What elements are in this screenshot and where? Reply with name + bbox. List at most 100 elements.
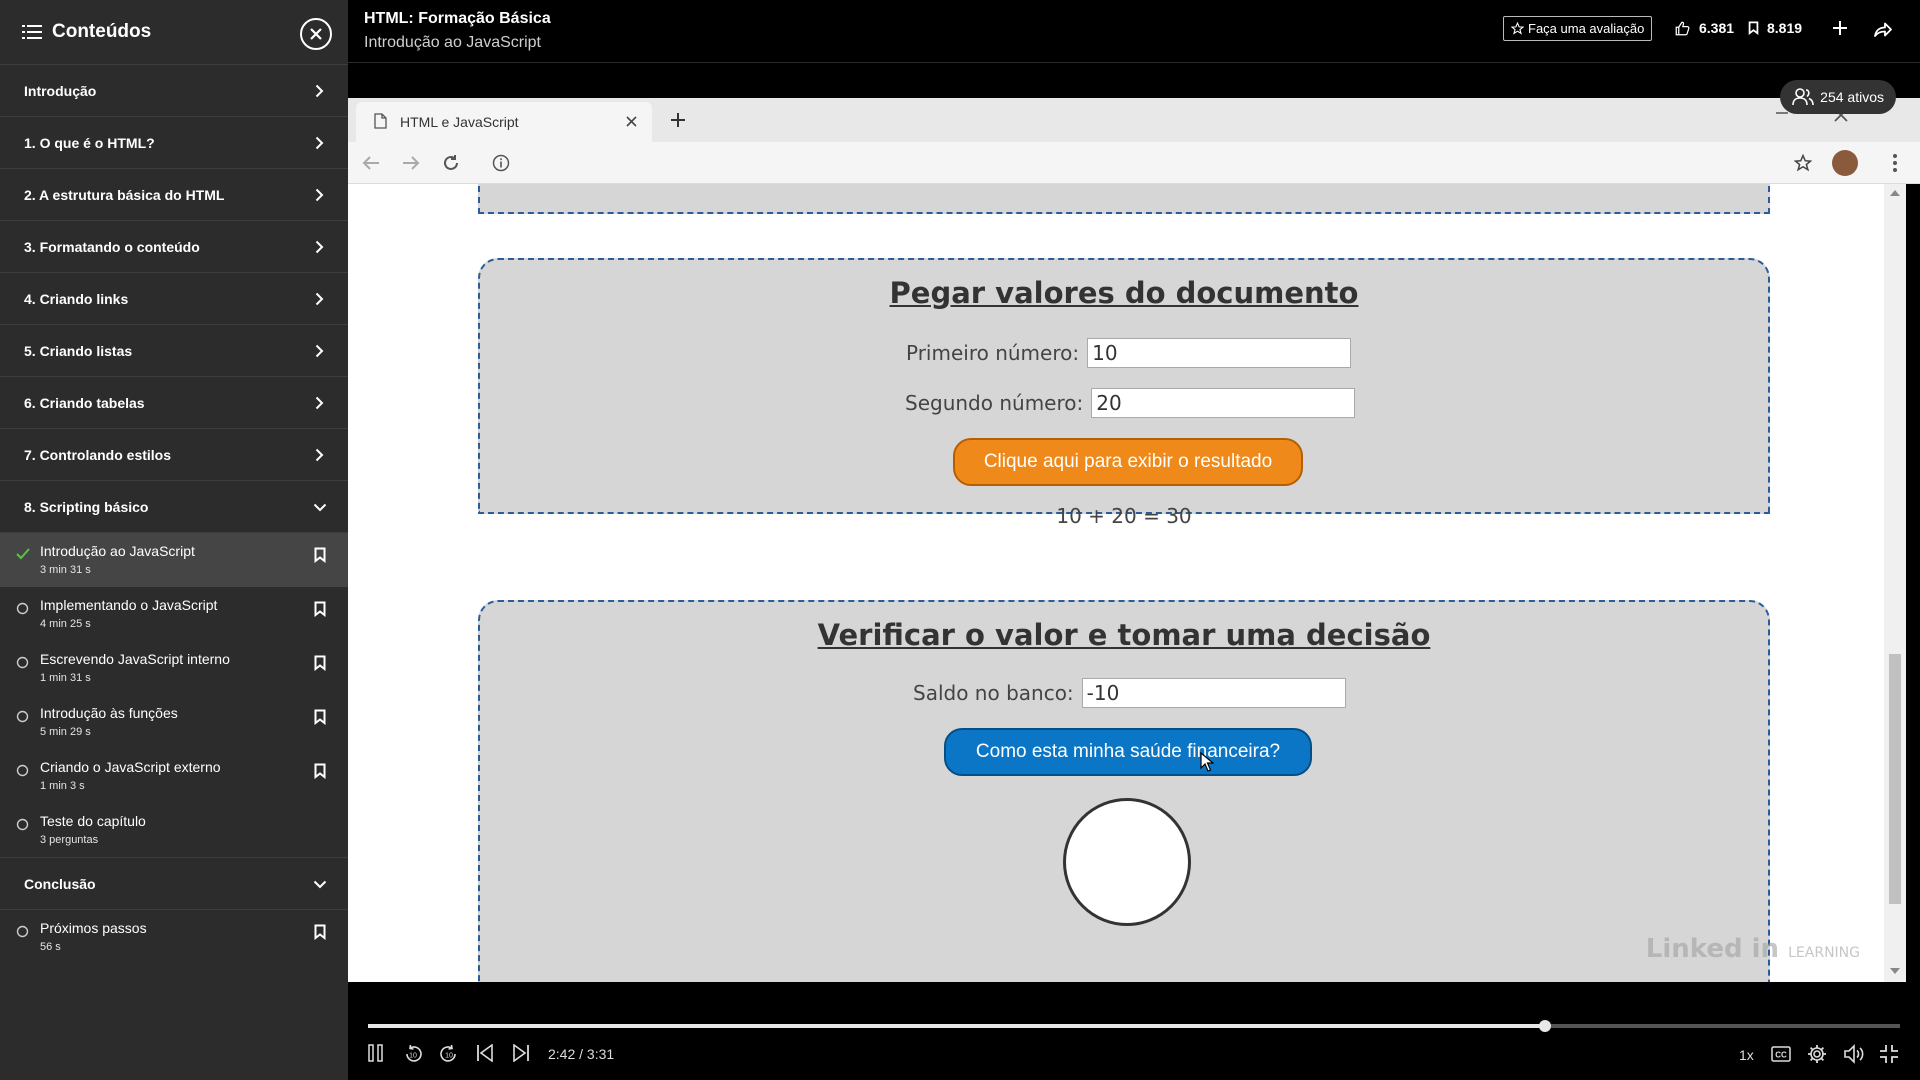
forward-10-icon[interactable]: 10 (439, 1044, 459, 1064)
chapter-6[interactable]: 6. Criando tabelas (0, 377, 348, 429)
sidebar-header: Conteúdos (0, 0, 348, 65)
forward-icon[interactable] (402, 155, 420, 171)
chapter-label: 7. Controlando estilos (24, 446, 172, 463)
lesson-duration: 56 s (40, 941, 61, 953)
status-circle-icon (16, 656, 29, 669)
chapter-7[interactable]: 7. Controlando estilos (0, 429, 348, 481)
like-button[interactable]: 6.381 (1675, 20, 1734, 36)
page-icon (374, 113, 387, 129)
exit-fullscreen-icon[interactable] (1879, 1044, 1899, 1064)
close-tab-icon[interactable] (626, 116, 637, 127)
active-viewers-badge: 254 ativos (1780, 80, 1896, 114)
bookmark-icon[interactable] (314, 547, 326, 563)
lesson-title: Introdução ao JavaScript (40, 543, 195, 559)
bookmark-icon[interactable] (314, 763, 326, 779)
financial-health-button[interactable]: Como esta minha saúde financeira? (944, 728, 1312, 776)
chapter-2[interactable]: 2. A estrutura básica do HTML (0, 169, 348, 221)
chevron-right-icon (315, 292, 324, 306)
bookmark-icon[interactable] (314, 601, 326, 617)
chapter-4[interactable]: 4. Criando links (0, 273, 348, 325)
lesson-item[interactable]: Teste do capítulo 3 perguntas (0, 803, 348, 857)
balance-input[interactable] (1081, 678, 1346, 708)
avatar[interactable] (1832, 150, 1858, 176)
course-header: HTML: Formação Básica Introdução ao Java… (348, 0, 1920, 63)
previous-icon[interactable] (476, 1044, 494, 1062)
result-text: 10 + 20 = 30 (1056, 504, 1192, 528)
status-circle-icon (16, 710, 29, 723)
scroll-up-icon[interactable] (1890, 190, 1900, 196)
scroll-thumb[interactable] (1889, 654, 1901, 904)
lesson-title: Teste do capítulo (40, 813, 146, 829)
add-button[interactable] (1833, 21, 1847, 35)
chevron-right-icon (315, 448, 324, 462)
svg-text:CC: CC (1775, 1051, 1787, 1060)
chapter-1[interactable]: 1. O que é o HTML? (0, 117, 348, 169)
close-sidebar-button[interactable] (300, 18, 332, 50)
lesson-item[interactable]: Criando o JavaScript externo 1 min 3 s (0, 749, 348, 803)
settings-gear-icon[interactable] (1807, 1044, 1827, 1064)
rate-course-button[interactable]: Faça uma avaliação (1503, 16, 1653, 41)
lesson-item[interactable]: Escrevendo JavaScript interno 1 min 31 s (0, 641, 348, 695)
lesson-duration: 5 min 29 s (40, 726, 91, 738)
bookmark-icon[interactable] (314, 655, 326, 671)
chevron-down-icon (313, 503, 327, 512)
lesson-subtitle: Introdução ao JavaScript (364, 34, 541, 51)
scroll-down-icon[interactable] (1890, 968, 1900, 974)
playback-speed-button[interactable]: 1x (1739, 1047, 1754, 1063)
lesson-item[interactable]: Próximos passos 56 s (0, 910, 348, 964)
info-icon[interactable] (492, 154, 510, 172)
web-page: Pegar valores do documento Primeiro núme… (348, 184, 1884, 982)
second-number-input[interactable] (1091, 388, 1356, 418)
first-number-input[interactable] (1087, 338, 1352, 368)
next-icon[interactable] (512, 1044, 530, 1062)
playback-time: 2:42 / 3:31 (548, 1046, 615, 1062)
chapter-3[interactable]: 3. Formatando o conteúdo (0, 221, 348, 273)
pause-icon[interactable] (368, 1044, 384, 1062)
section-box-previous (478, 184, 1770, 214)
new-tab-icon[interactable] (670, 112, 686, 128)
chevron-right-icon (315, 84, 324, 98)
show-result-button[interactable]: Clique aqui para exibir o resultado (953, 438, 1303, 486)
page-scrollbar[interactable] (1884, 184, 1906, 982)
lesson-duration: 3 perguntas (40, 834, 99, 846)
rate-label: Faça uma avaliação (1528, 21, 1645, 36)
chapter-conclusao[interactable]: Conclusão (0, 858, 348, 910)
chapter-introducao[interactable]: Introdução (0, 65, 348, 117)
second-number-row: Segundo número: (905, 388, 1356, 418)
player-controls: 10 10 2:42 / 3:31 1x CC (348, 982, 1920, 1080)
lesson-title: Implementando o JavaScript (40, 597, 218, 613)
chapter-label: Introdução (24, 82, 97, 99)
lesson-item[interactable]: Introdução às funções 5 min 29 s (0, 695, 348, 749)
chapter-label: 5. Criando listas (24, 342, 133, 359)
kebab-menu-icon[interactable] (1893, 154, 1897, 172)
viewers-count: 254 ativos (1820, 89, 1884, 105)
field-label: Saldo no banco: (913, 681, 1074, 705)
lesson-item[interactable]: Introdução ao JavaScript 3 min 31 s (0, 533, 348, 587)
volume-icon[interactable] (1843, 1044, 1865, 1064)
bookmark-icon[interactable] (314, 709, 326, 725)
captions-icon[interactable]: CC (1771, 1046, 1791, 1062)
chapter-5[interactable]: 5. Criando listas (0, 325, 348, 377)
share-button[interactable] (1874, 22, 1892, 37)
thumbs-up-icon (1675, 21, 1690, 36)
svg-text:10: 10 (409, 1053, 417, 1060)
chapter-8[interactable]: 8. Scripting básico (0, 481, 348, 533)
progress-bar[interactable] (368, 1020, 1900, 1032)
save-button[interactable]: 8.819 (1748, 20, 1802, 36)
bookmark-icon[interactable] (314, 924, 326, 940)
chapter-label: Conclusão (24, 875, 96, 892)
back-icon[interactable] (362, 155, 380, 171)
status-circle (1063, 798, 1191, 926)
lesson-item[interactable]: Implementando o JavaScript 4 min 25 s (0, 587, 348, 641)
browser-tab[interactable]: HTML e JavaScript (356, 102, 652, 142)
progress-handle[interactable] (1538, 1020, 1551, 1032)
star-bookmark-icon[interactable] (1794, 154, 1812, 172)
chapter-label: 3. Formatando o conteúdo (24, 238, 200, 255)
first-number-row: Primeiro número: (906, 338, 1352, 368)
reload-icon[interactable] (442, 154, 460, 172)
chapter-label: 2. A estrutura básica do HTML (24, 186, 225, 203)
mouse-cursor-icon (1200, 752, 1214, 772)
rewind-10-icon[interactable]: 10 (403, 1044, 423, 1064)
video-frame[interactable]: HTML e JavaScript Pegar valores do docum… (348, 64, 1920, 982)
chapter-label: 4. Criando links (24, 290, 129, 307)
